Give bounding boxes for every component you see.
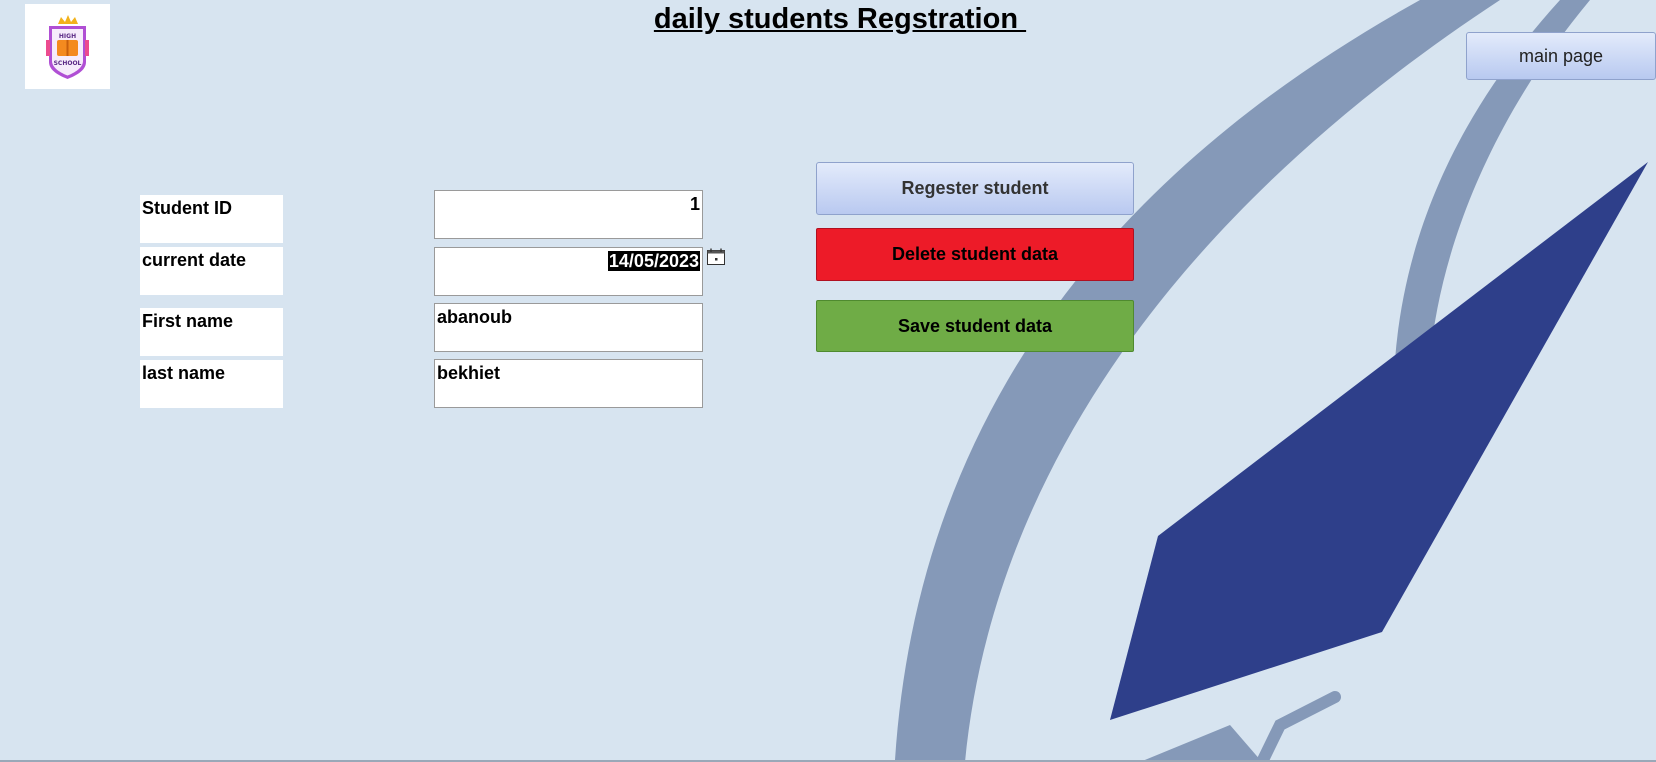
calendar-icon[interactable] <box>706 248 726 266</box>
current-date-field[interactable]: 14/05/2023 <box>434 247 703 296</box>
delete-student-data-button[interactable]: Delete student data <box>816 228 1134 281</box>
main-page-button[interactable]: main page <box>1466 32 1656 80</box>
svg-text:HIGH: HIGH <box>59 33 76 40</box>
student-id-field[interactable]: 1 <box>434 190 703 239</box>
register-student-button[interactable]: Regester student <box>816 162 1134 215</box>
last-name-label: last name <box>140 360 283 408</box>
first-name-label: First name <box>140 308 283 356</box>
last-name-field[interactable]: bekhiet <box>434 359 703 408</box>
school-shield-logo-icon: HIGH SCHOOL <box>46 15 89 79</box>
save-student-data-button[interactable]: Save student data <box>816 300 1134 352</box>
student-id-label: Student ID <box>140 195 283 243</box>
page-title: daily students Regstration <box>653 3 1027 35</box>
svg-text:SCHOOL: SCHOOL <box>54 60 82 67</box>
first-name-field[interactable]: abanoub <box>434 303 703 352</box>
school-logo: HIGH SCHOOL <box>25 4 110 89</box>
current-date-value: 14/05/2023 <box>607 251 700 271</box>
current-date-label: current date <box>140 247 283 295</box>
